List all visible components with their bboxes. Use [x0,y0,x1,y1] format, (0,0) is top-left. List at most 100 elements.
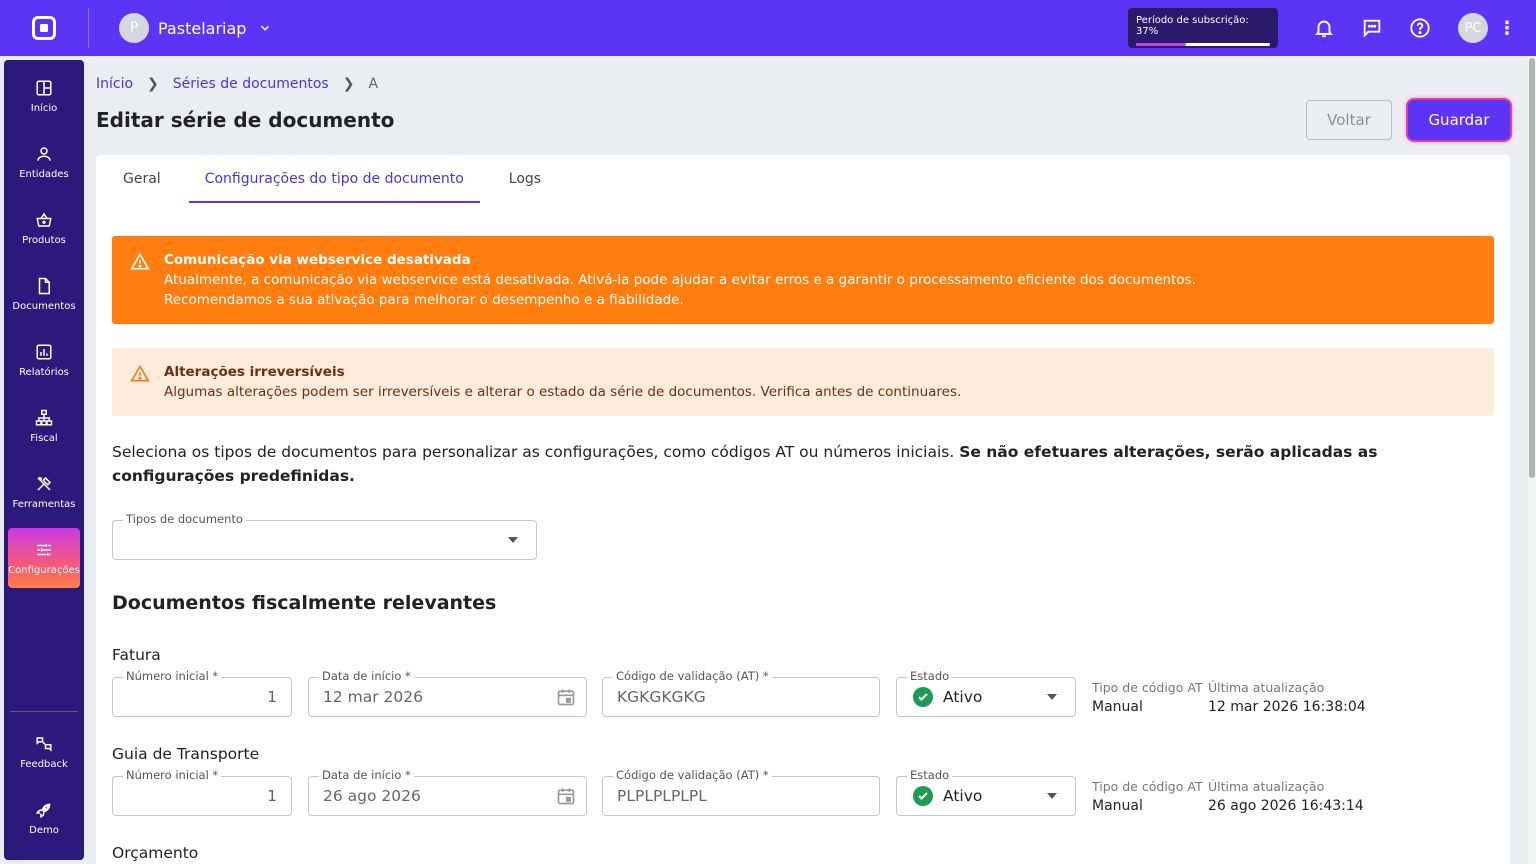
document-row-title: Guia de Transporte [112,745,260,763]
calendar-icon[interactable] [556,687,576,707]
status-label: Ativo [943,688,983,706]
help-icon [1410,18,1430,38]
bell-icon [1314,20,1334,38]
sidebar-divider [10,711,78,712]
last-update-value: 26 ago 2026 16:43:14 [1208,798,1364,814]
sidebar-item-feedback[interactable]: Feedback [8,722,80,782]
document-types-select[interactable]: Tipos de documento [112,512,537,560]
sidebar-item-label: Entidades [19,168,69,180]
at-code-type-label: Tipo de código AT [1092,779,1203,794]
field-label: Número inicial * [123,768,222,782]
sidebar-item-entidades[interactable]: Entidades [8,132,80,192]
breadcrumb-current: A [368,76,379,92]
status-select[interactable]: Estado Ativo [896,669,1076,717]
warning-icon [130,252,150,270]
sidebar-item-produtos[interactable]: Produtos [8,198,80,258]
validation-code-input[interactable]: Código de validação (AT) * KGKGKGKG [602,669,880,717]
chevron-down-icon [261,25,270,31]
status-label: Ativo [943,787,983,805]
sidebar-item-label: Fiscal [30,432,58,444]
subscription-bar-fill [1136,43,1186,46]
field-value: 1 [267,787,277,805]
dropdown-arrow-icon [1047,694,1057,700]
check-circle-icon [913,687,933,707]
alert-text: Recomendamos a sua ativação para melhora… [164,292,684,308]
sidebar-item-ferramentas[interactable]: Ferramentas [8,462,80,522]
company-avatar: P [119,13,149,43]
at-code-type-label: Tipo de código AT [1092,680,1203,695]
document-row-title: Orçamento [112,844,199,862]
alert-text: Atualmente, a comunicação via webservice… [164,272,1196,288]
status-value: Ativo [913,678,982,716]
sidebar-item-demo[interactable]: Demo [8,788,80,848]
chevron-right-icon: ❯ [147,76,159,92]
top-bar: P Pastelariap Período de subscrição: 37%… [0,0,1536,56]
last-update-value: 12 mar 2026 16:38:04 [1208,699,1366,715]
more-menu-icon[interactable]: ⋮ [1498,18,1516,39]
irreversible-alert: Alterações irreversíveis Algumas alteraç… [112,348,1494,416]
alert-title: Comunicação via webservice desativada [164,252,471,268]
last-update-label: Última atualização [1208,779,1325,794]
sidebar-item-label: Feedback [20,758,68,770]
basket-icon [36,212,52,227]
sidebar-item-label: Documentos [12,300,76,312]
page-scrollbar[interactable] [1528,56,1536,864]
initial-number-input[interactable]: Número inicial * 1 [112,669,292,717]
sliders-icon [37,543,51,556]
start-date-input[interactable]: Data de início * 26 ago 2026 [308,768,587,816]
sidebar-item-fiscal[interactable]: Fiscal [8,396,80,456]
initial-number-input[interactable]: Número inicial * 1 [112,768,292,816]
at-code-type-value: Manual [1092,798,1143,814]
sidebar-item-relatorios[interactable]: Relatórios [8,330,80,390]
tab-logs[interactable]: Logs [493,155,557,203]
check-circle-icon [913,786,933,806]
app-logo[interactable] [0,0,88,56]
intro-text: Seleciona os tipos de documentos para pe… [112,440,1462,488]
tools-icon [37,476,52,491]
validation-code-input[interactable]: Código de validação (AT) * PLPLPLPLPL [602,768,880,816]
status-select[interactable]: Estado Ativo [896,768,1076,816]
notifications-button[interactable] [1300,4,1348,52]
sidebar-item-label: Início [30,102,58,114]
intro-text-regular: Seleciona os tipos de documentos para pe… [112,443,960,461]
tab-configuracoes-tipo-documento[interactable]: Configurações do tipo de documento [188,155,480,203]
at-code-type-value: Manual [1092,699,1143,715]
breadcrumb: Início ❯ Séries de documentos ❯ A [96,76,378,92]
rocket-icon [35,803,51,818]
hierarchy-icon [35,409,53,425]
company-selector[interactable]: P Pastelariap [119,13,272,43]
report-icon [36,344,52,359]
sidebar-item-label: Produtos [22,234,66,246]
logo-icon [32,16,56,40]
dropdown-arrow-icon [1047,793,1057,799]
person-icon [37,146,51,161]
messages-button[interactable] [1348,4,1396,52]
tab-geral[interactable]: Geral [107,155,177,203]
feedback-icon [36,736,52,752]
field-label: Número inicial * [123,669,222,683]
sidebar-item-inicio[interactable]: Início [8,66,80,126]
company-name: Pastelariap [158,18,247,38]
breadcrumb-series[interactable]: Séries de documentos [173,76,329,92]
sidebar-item-documentos[interactable]: Documentos [8,264,80,324]
save-button[interactable]: Guardar [1408,100,1510,140]
calendar-icon[interactable] [556,786,576,806]
sidebar-item-label: Ferramentas [12,498,76,510]
sidebar-item-label: Configurações [8,564,80,576]
alert-title: Alterações irreversíveis [164,364,345,380]
alert-text: Algumas alterações podem ser irreversíve… [164,384,962,400]
subscription-progress[interactable]: Período de subscrição: 37% [1128,8,1278,48]
dashboard-icon [36,80,52,95]
sidebar-item-configuracoes[interactable]: Configurações [8,528,80,588]
scrollbar-thumb[interactable] [1529,58,1535,478]
field-label: Tipos de documento [123,512,246,526]
field-value: PLPLPLPLPL [617,787,707,805]
field-value: KGKGKGKG [617,688,706,706]
start-date-input[interactable]: Data de início * 12 mar 2026 [308,669,587,717]
breadcrumb-inicio[interactable]: Início [96,76,133,92]
warning-icon [130,364,150,382]
help-button[interactable] [1396,4,1444,52]
user-avatar[interactable]: PC [1458,13,1488,43]
field-value: 1 [267,688,277,706]
back-button[interactable]: Voltar [1306,100,1392,140]
